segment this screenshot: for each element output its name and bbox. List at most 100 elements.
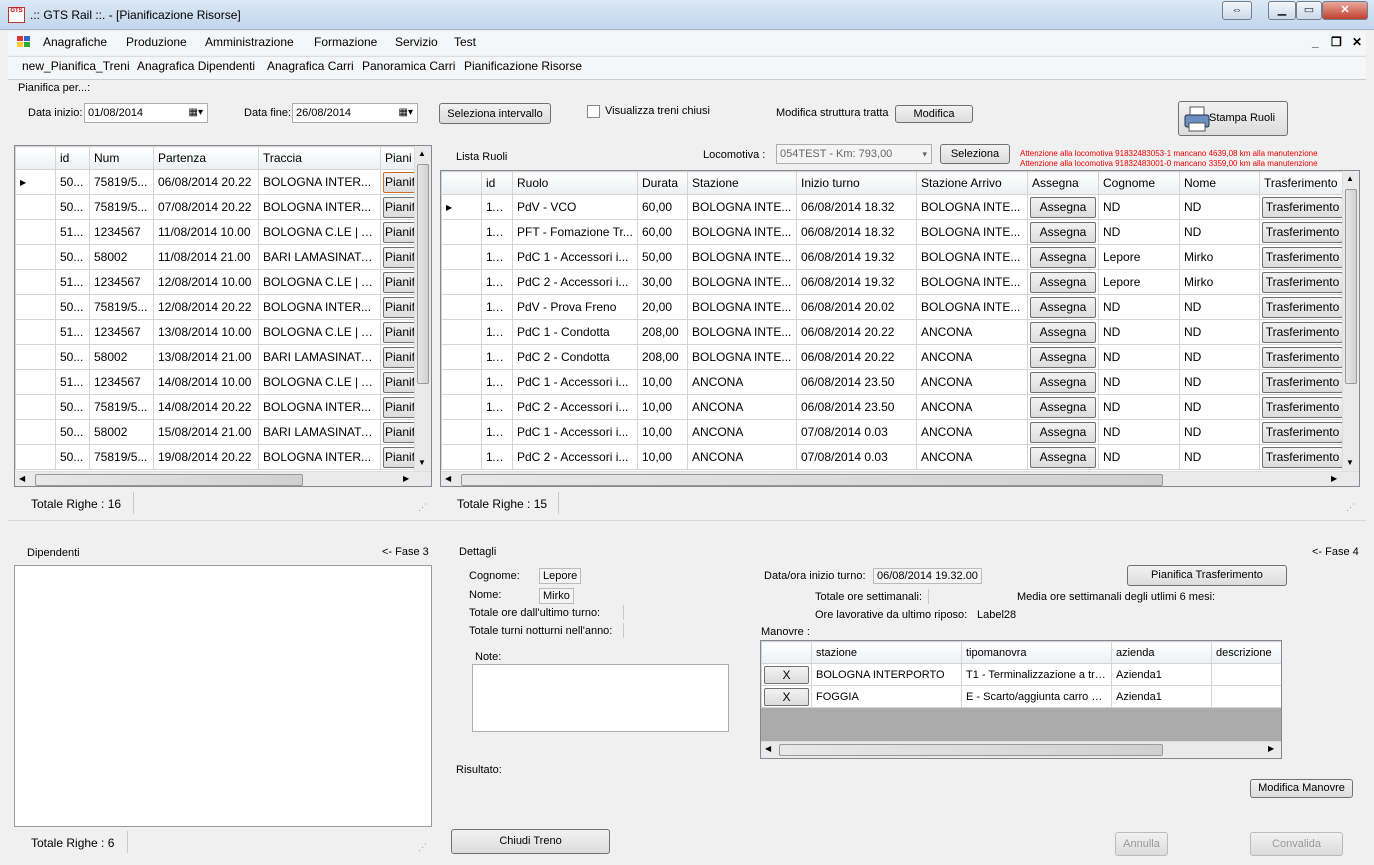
transfer-button[interactable]: Trasferimento — [1262, 296, 1343, 318]
maximize-window-button[interactable]: ▭ — [1296, 1, 1322, 20]
row-selector[interactable] — [441, 344, 482, 370]
delete-maneuver-button[interactable]: X — [764, 665, 809, 684]
roles-column-header[interactable]: id — [481, 171, 513, 195]
close-window-button[interactable]: ✕ — [1322, 1, 1368, 20]
trains-vertical-scrollbar[interactable]: ▲ ▼ — [414, 146, 431, 471]
roles-column-header[interactable]: Stazione Arrivo — [916, 171, 1028, 195]
modify-structure-button[interactable]: Modifica — [895, 105, 973, 123]
transfer-button[interactable]: Trasferimento — [1262, 446, 1343, 468]
show-closed-checkbox[interactable] — [587, 105, 600, 118]
table-row[interactable]: 11... PdC 1 - Accessori i... 10,00 ANCONA 07… — [441, 419, 1346, 445]
maneuvers-column-header[interactable] — [761, 641, 812, 664]
scroll-left-icon[interactable]: ◀ — [445, 474, 451, 483]
maneuvers-column-header[interactable]: stazione — [811, 641, 962, 664]
table-row[interactable]: 50... 75819/5... 07/08/2014 20.22 BOLOGNA I… — [15, 194, 420, 220]
menu-anagrafiche[interactable]: Anagrafiche — [43, 35, 107, 49]
assign-button[interactable]: Assegna — [1030, 321, 1096, 343]
chevron-down-icon[interactable]: ▾ — [922, 145, 927, 163]
table-row[interactable]: 50... 75819/5... 12/08/2014 20.22 BOLOGNA I… — [15, 294, 420, 320]
table-row[interactable]: 11... PdC 2 - Condotta 208,00 BOLOGNA INTE.… — [441, 344, 1346, 370]
print-roles-button[interactable]: Stampa Ruoli — [1178, 101, 1288, 136]
menu-produzione[interactable]: Produzione — [126, 35, 187, 49]
scroll-thumb[interactable] — [1345, 189, 1357, 384]
row-selector[interactable] — [15, 394, 56, 420]
transfer-button[interactable]: Trasferimento — [1262, 396, 1343, 418]
transfer-button[interactable]: Trasferimento — [1262, 246, 1343, 268]
assign-button[interactable]: Assegna — [1030, 246, 1096, 268]
cancel-button[interactable]: Annulla — [1115, 832, 1168, 856]
assign-button[interactable]: Assegna — [1030, 346, 1096, 368]
row-selector[interactable] — [441, 294, 482, 320]
scroll-right-icon[interactable]: ▶ — [1331, 474, 1337, 483]
roles-column-header[interactable]: Trasferimento — [1259, 171, 1346, 195]
select-range-button[interactable]: Seleziona intervallo — [439, 103, 551, 124]
row-selector[interactable] — [15, 369, 56, 395]
toolbar-panoramica-carri[interactable]: Panoramica Carri — [362, 59, 455, 73]
menu-formazione[interactable]: Formazione — [314, 35, 377, 49]
mdi-close-icon[interactable]: ✕ — [1352, 35, 1362, 49]
trains-column-header[interactable]: Traccia — [258, 146, 381, 170]
row-selector[interactable] — [15, 294, 56, 320]
table-row[interactable]: 51... 1234567 12/08/2014 10.00 BOLOGNA C.LE… — [15, 269, 420, 295]
row-selector[interactable] — [15, 219, 56, 245]
roles-column-header[interactable]: Cognome — [1098, 171, 1180, 195]
scroll-left-icon[interactable]: ◀ — [765, 744, 771, 753]
row-selector[interactable] — [441, 419, 482, 445]
plan-train-button[interactable]: Pianif — [383, 271, 417, 293]
row-selector[interactable] — [15, 319, 56, 345]
employees-list[interactable] — [14, 565, 432, 827]
table-row[interactable]: 50... 58002 13/08/2014 21.00 BARI LAMASINAT… — [15, 344, 420, 370]
table-row[interactable]: 11... PdC 1 - Accessori i... 10,00 ANCONA 06… — [441, 369, 1346, 395]
row-selector[interactable] — [15, 419, 56, 445]
roles-horizontal-scrollbar[interactable]: ◀ ▶ — [441, 471, 1359, 486]
row-selector[interactable]: ▶ — [15, 169, 56, 195]
assign-button[interactable]: Assegna — [1030, 446, 1096, 468]
table-row[interactable]: 11... PdC 2 - Accessori i... 30,00 BOLOGNA … — [441, 269, 1346, 295]
scroll-thumb[interactable] — [35, 474, 303, 486]
end-date-picker[interactable]: 26/08/2014 ▦▾ — [292, 103, 418, 123]
row-selector[interactable] — [441, 444, 482, 470]
scroll-thumb[interactable] — [461, 474, 1163, 486]
assign-button[interactable]: Assegna — [1030, 396, 1096, 418]
row-selector[interactable] — [15, 269, 56, 295]
table-row[interactable]: 11... PdC 1 - Accessori i... 50,00 BOLOGNA … — [441, 244, 1346, 270]
trains-horizontal-scrollbar[interactable]: ◀ ▶ — [15, 471, 431, 486]
maneuvers-horizontal-scrollbar[interactable]: ◀ ▶ — [761, 741, 1281, 758]
assign-button[interactable]: Assegna — [1030, 196, 1096, 218]
trains-grid[interactable]: id Num Partenza Traccia Piani ▶ 50... 75819/5.… — [14, 145, 432, 487]
transfer-button[interactable]: Trasferimento — [1262, 346, 1343, 368]
table-row[interactable]: 11... PFT - Fomazione Tr... 60,00 BOLOGNA I… — [441, 219, 1346, 245]
row-selector[interactable] — [441, 269, 482, 295]
row-selector[interactable] — [441, 219, 482, 245]
plan-train-button[interactable]: Pianif — [383, 446, 417, 468]
assign-button[interactable]: Assegna — [1030, 221, 1096, 243]
scroll-right-icon[interactable]: ▶ — [1268, 744, 1274, 753]
row-selector[interactable] — [441, 319, 482, 345]
restore-window-icon[interactable]: ⇔ — [1222, 1, 1252, 20]
scroll-thumb[interactable] — [417, 164, 429, 384]
maneuvers-column-header[interactable]: azienda — [1111, 641, 1212, 664]
plan-train-button[interactable]: Pianif — [383, 421, 417, 443]
row-selector[interactable] — [15, 444, 56, 470]
plan-train-button[interactable]: Pianif — [383, 296, 417, 318]
resize-grip-icon[interactable]: ⋰ — [1346, 502, 1355, 513]
toolbar-anagrafica-carri[interactable]: Anagrafica Carri — [267, 59, 354, 73]
plan-train-button[interactable]: Pianif — [383, 196, 417, 218]
roles-column-header[interactable]: Durata — [637, 171, 688, 195]
trains-column-header[interactable]: Partenza — [153, 146, 259, 170]
table-row[interactable]: 50... 75819/5... 14/08/2014 20.22 BOLOGNA I… — [15, 394, 420, 420]
table-row[interactable]: 11... PdC 2 - Accessori i... 10,00 ANCONA 07… — [441, 444, 1346, 470]
table-row[interactable]: 50... 58002 15/08/2014 21.00 BARI LAMASINAT… — [15, 419, 420, 445]
plan-train-button[interactable]: Pianif — [383, 371, 417, 393]
assign-button[interactable]: Assegna — [1030, 271, 1096, 293]
table-row[interactable]: X BOLOGNA INTERPORTO T1 - Terminalizzazion… — [761, 663, 1281, 686]
trains-column-header[interactable]: id — [55, 146, 90, 170]
toolbar-anagrafica-dipendenti[interactable]: Anagrafica Dipendenti — [137, 59, 255, 73]
roles-grid[interactable]: id Ruolo Durata Stazione Inizio turno Stazion… — [440, 170, 1360, 487]
toolbar-pianificazione-risorse[interactable]: Pianificazione Risorse — [464, 59, 582, 73]
scroll-down-icon[interactable]: ▼ — [1346, 458, 1354, 467]
table-row[interactable]: 51... 1234567 14/08/2014 10.00 BOLOGNA C.LE… — [15, 369, 420, 395]
table-row[interactable]: 11... PdV - Prova Freno 20,00 BOLOGNA INTE.… — [441, 294, 1346, 320]
transfer-button[interactable]: Trasferimento — [1262, 196, 1343, 218]
transfer-button[interactable]: Trasferimento — [1262, 221, 1343, 243]
